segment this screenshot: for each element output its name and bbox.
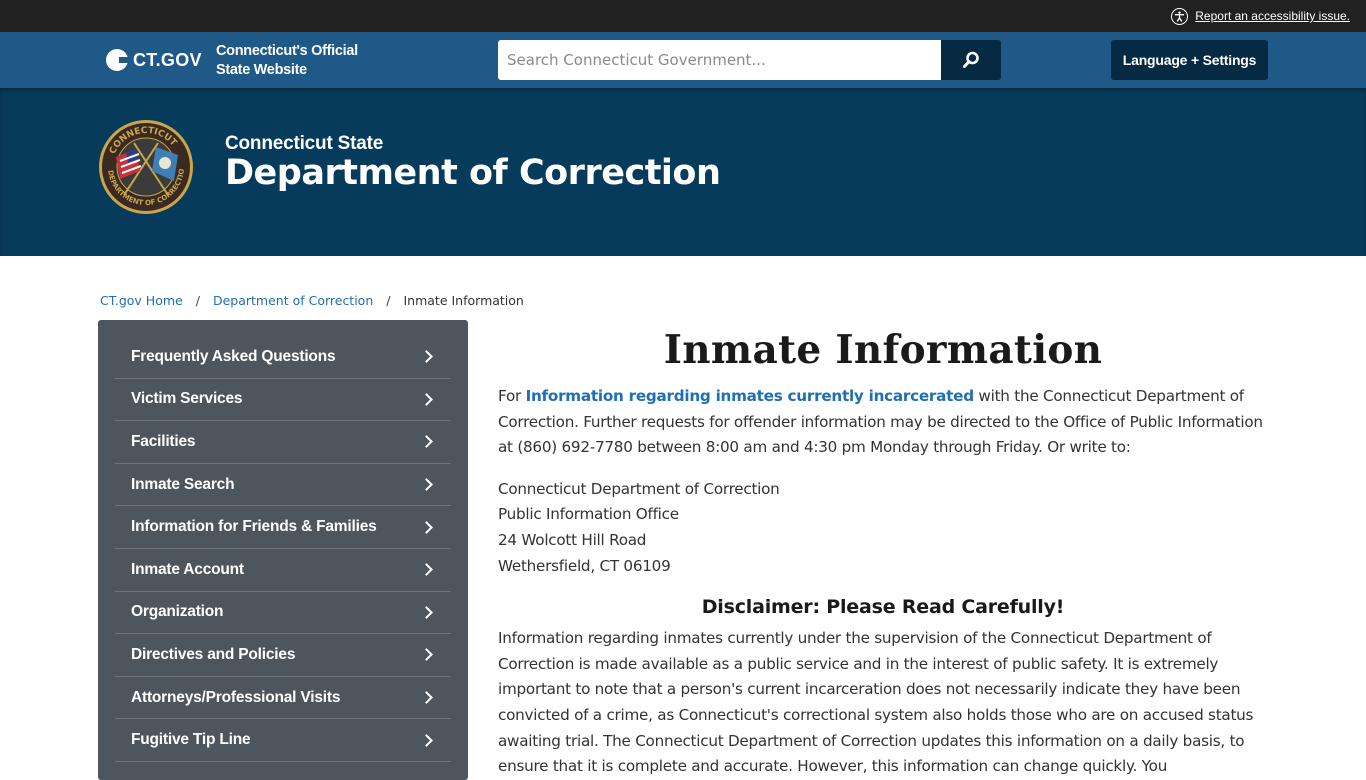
- intro-prefix: For: [498, 387, 526, 405]
- search-button[interactable]: [941, 40, 1001, 80]
- disclaimer-paragraph: Information regarding inmates currently …: [498, 629, 1254, 776]
- breadcrumb-department-of-correction[interactable]: Department of Correction: [213, 293, 373, 308]
- address-line: Wethersfield, CT 06109: [498, 556, 671, 575]
- breadcrumb: CT.gov Home / Department of Correction /…: [100, 293, 524, 308]
- sidebar-item-organization[interactable]: Organization: [115, 592, 451, 635]
- agency-title[interactable]: Department of Correction: [225, 153, 721, 193]
- sidebar-item-attorneys-visits[interactable]: Attorneys/Professional Visits: [115, 677, 451, 720]
- breadcrumb-ct-gov-home[interactable]: CT.gov Home: [100, 293, 183, 308]
- main-content: Inmate Information For Information regar…: [498, 320, 1268, 780]
- sidebar-item-inmate-search[interactable]: Inmate Search: [115, 464, 451, 507]
- accessibility-link-text: Report an accessibility issue.: [1195, 9, 1350, 23]
- inmate-information-link[interactable]: Information regarding inmates currently …: [526, 387, 975, 405]
- sidebar-item-faq[interactable]: Frequently Asked Questions: [115, 336, 451, 379]
- agency-banner: CONNECTICUT DEPARTMENT OF CORRECTION Con…: [0, 88, 1366, 256]
- tagline-line2: State Website: [216, 62, 307, 78]
- sidebar-item-label: Inmate Search: [131, 475, 235, 493]
- sidebar-item-label: Frequently Asked Questions: [131, 347, 336, 365]
- address-line: 24 Wolcott Hill Road: [498, 530, 647, 549]
- doc-seal-logo[interactable]: CONNECTICUT DEPARTMENT OF CORRECTION: [98, 119, 194, 215]
- breadcrumb-current-page: Inmate Information: [403, 293, 524, 308]
- sidebar-item-label: Fugitive Tip Line: [131, 731, 251, 749]
- accessibility-icon: [1171, 7, 1189, 25]
- search-form: [498, 40, 1001, 80]
- sidebar-item-label: Organization: [131, 603, 224, 621]
- report-accessibility-link[interactable]: Report an accessibility issue.: [1171, 7, 1350, 25]
- chevron-right-icon: [420, 605, 433, 619]
- sidebar-item-label: Inmate Account: [131, 560, 244, 578]
- chevron-right-icon: [420, 691, 433, 704]
- sidebar-item-label: Facilities: [131, 432, 196, 450]
- global-header: CT.GOV Connecticut's Official State Webs…: [0, 32, 1366, 88]
- sidebar-item-facilities[interactable]: Facilities: [115, 421, 451, 464]
- ct-gov-logo[interactable]: CT.GOV: [106, 49, 202, 71]
- sidebar-item-label: Directives and Policies: [131, 645, 296, 663]
- address-line: Public Information Office: [498, 505, 679, 524]
- disclaimer-heading: Disclaimer: Please Read Carefully!: [701, 596, 1065, 619]
- intro-paragraph: For Information regarding inmates curren…: [498, 384, 1268, 461]
- sidebar-item-fugitive-tip-line[interactable]: Fugitive Tip Line: [115, 719, 451, 762]
- language-settings-button[interactable]: Language + Settings: [1111, 40, 1268, 80]
- breadcrumb-separator: /: [195, 293, 200, 308]
- chevron-right-icon: [420, 478, 433, 491]
- ct-logo-text: CT.GOV: [133, 49, 202, 70]
- chevron-right-icon: [420, 733, 433, 747]
- ct-logo-mark-icon: [106, 49, 129, 71]
- site-tagline: Connecticut's Official State Website: [216, 42, 358, 80]
- agency-subtitle: Connecticut State: [225, 133, 384, 154]
- chevron-right-icon: [420, 350, 433, 364]
- chevron-right-icon: [420, 563, 433, 577]
- sidebar-item-label: Attorneys/Professional Visits: [131, 688, 341, 706]
- address-line: Connecticut Department of Correction: [498, 479, 780, 498]
- sidebar-nav: Frequently Asked Questions Victim Servic…: [98, 320, 468, 780]
- sidebar-item-directives-policies[interactable]: Directives and Policies: [115, 634, 451, 677]
- chevron-right-icon: [420, 520, 433, 534]
- breadcrumb-separator: /: [386, 293, 391, 308]
- chevron-right-icon: [420, 393, 433, 406]
- chevron-right-icon: [420, 648, 433, 662]
- utility-bar: Report an accessibility issue.: [0, 0, 1366, 32]
- search-icon: [963, 51, 979, 68]
- mailing-address: Connecticut Department of Correction Pub…: [498, 477, 1268, 579]
- sidebar-item-victim-services[interactable]: Victim Services: [115, 379, 451, 422]
- tagline-line1: Connecticut's Official: [216, 43, 358, 59]
- page-title: Inmate Information: [663, 327, 1103, 373]
- sidebar-item-label: Information for Friends & Families: [131, 518, 377, 536]
- sidebar-item-friends-families[interactable]: Information for Friends & Families: [115, 506, 451, 549]
- sidebar-item-inmate-account[interactable]: Inmate Account: [115, 549, 451, 592]
- chevron-right-icon: [420, 435, 433, 449]
- sidebar-item-label: Victim Services: [131, 390, 243, 408]
- search-input[interactable]: [498, 40, 941, 80]
